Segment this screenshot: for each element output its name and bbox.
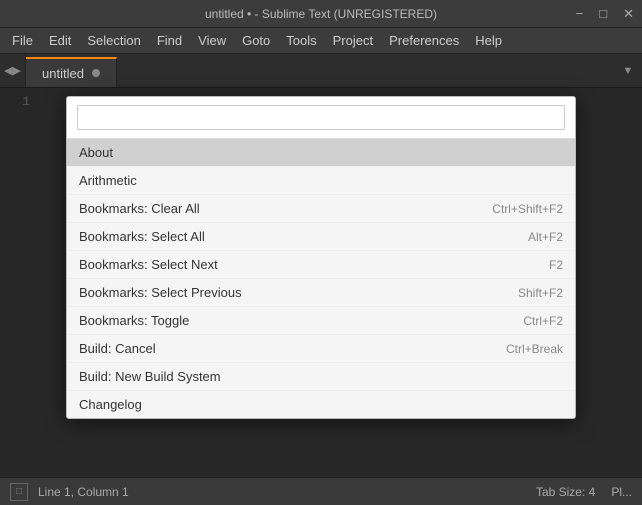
menu-bar: File Edit Selection Find View Goto Tools… [0, 28, 642, 54]
command-item[interactable]: Bookmarks: Select Previous Shift+F2 [67, 279, 575, 307]
menu-find[interactable]: Find [149, 31, 190, 50]
command-item[interactable]: Bookmarks: Toggle Ctrl+F2 [67, 307, 575, 335]
command-label: Bookmarks: Select Previous [79, 285, 498, 300]
status-right: Tab Size: 4 Pl... [536, 485, 632, 499]
command-item[interactable]: Arithmetic [67, 167, 575, 195]
command-item[interactable]: Bookmarks: Select All Alt+F2 [67, 223, 575, 251]
command-item[interactable]: Bookmarks: Clear All Ctrl+Shift+F2 [67, 195, 575, 223]
command-list[interactable]: About Arithmetic Bookmarks: Clear All Ctrl+… [67, 139, 575, 418]
minimize-button[interactable]: − [572, 4, 588, 23]
menu-project[interactable]: Project [325, 31, 381, 50]
command-shortcut: Ctrl+Break [506, 342, 563, 356]
window-title: untitled • - Sublime Text (UNREGISTERED) [205, 7, 437, 21]
command-search-box[interactable] [67, 97, 575, 139]
tab-label: untitled [42, 66, 84, 81]
window-controls[interactable]: − □ ✕ [572, 4, 638, 24]
status-bar: □ Line 1, Column 1 Tab Size: 4 Pl... [0, 477, 642, 505]
menu-goto[interactable]: Goto [234, 31, 278, 50]
command-label: Bookmarks: Toggle [79, 313, 503, 328]
command-item[interactable]: About [67, 139, 575, 167]
command-item[interactable]: Build: Cancel Ctrl+Break [67, 335, 575, 363]
menu-selection[interactable]: Selection [79, 31, 148, 50]
command-shortcut: Ctrl+F2 [523, 314, 563, 328]
command-label: Bookmarks: Select Next [79, 257, 529, 272]
command-label: Build: Cancel [79, 341, 486, 356]
status-left: □ Line 1, Column 1 [10, 483, 129, 501]
tab-bar: ◀▶ untitled ▼ [0, 54, 642, 88]
line-number: 1 [0, 94, 30, 109]
command-item[interactable]: Bookmarks: Select Next F2 [67, 251, 575, 279]
tab-dropdown-button[interactable]: ▼ [614, 54, 642, 88]
menu-file[interactable]: File [4, 31, 41, 50]
command-shortcut: Ctrl+Shift+F2 [492, 202, 563, 216]
command-shortcut: Shift+F2 [518, 286, 563, 300]
command-search-input[interactable] [77, 105, 565, 130]
tab-untitled[interactable]: untitled [26, 57, 117, 87]
command-label: Arithmetic [79, 173, 563, 188]
cursor-position: Line 1, Column 1 [38, 485, 129, 499]
menu-help[interactable]: Help [467, 31, 510, 50]
line-numbers: 1 [0, 88, 40, 115]
maximize-button[interactable]: □ [595, 4, 611, 23]
tab-nav-left[interactable]: ◀▶ [0, 53, 26, 87]
encoding: Pl... [611, 485, 632, 499]
command-item[interactable]: Build: New Build System [67, 363, 575, 391]
menu-tools[interactable]: Tools [278, 31, 324, 50]
command-label: Bookmarks: Select All [79, 229, 508, 244]
tab-size: Tab Size: 4 [536, 485, 595, 499]
command-label: Build: New Build System [79, 369, 563, 384]
editor-area: 1 About Arithmetic Bookmarks: Clear All Ctr… [0, 88, 642, 477]
command-shortcut: Alt+F2 [528, 230, 563, 244]
command-palette[interactable]: About Arithmetic Bookmarks: Clear All Ctrl+… [66, 96, 576, 419]
command-shortcut: F2 [549, 258, 563, 272]
status-icon: □ [10, 483, 28, 501]
command-label: About [79, 145, 563, 160]
menu-edit[interactable]: Edit [41, 31, 79, 50]
close-button[interactable]: ✕ [619, 4, 638, 24]
command-label: Changelog [79, 397, 563, 412]
menu-preferences[interactable]: Preferences [381, 31, 467, 50]
command-item[interactable]: Changelog [67, 391, 575, 418]
command-label: Bookmarks: Clear All [79, 201, 472, 216]
tab-modified-indicator [92, 69, 100, 77]
menu-view[interactable]: View [190, 31, 234, 50]
title-bar: untitled • - Sublime Text (UNREGISTERED)… [0, 0, 642, 28]
